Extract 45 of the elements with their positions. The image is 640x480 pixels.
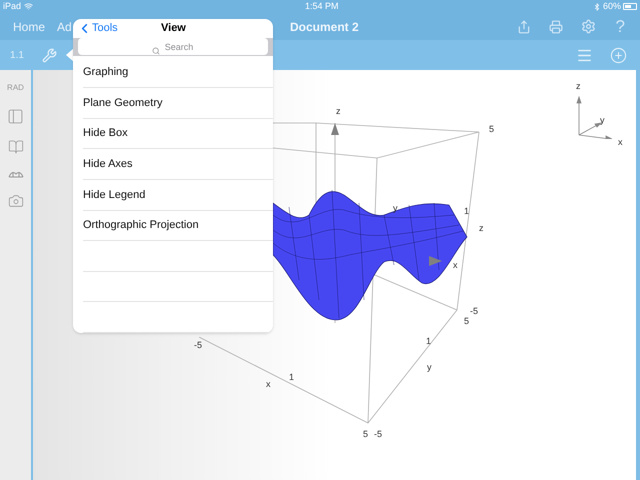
menu-item[interactable]: Orthographic Projection — [83, 217, 199, 234]
wifi-icon — [24, 2, 34, 11]
menu-item[interactable]: Hide Box — [83, 125, 128, 142]
axis-label: 5 — [489, 125, 494, 134]
back-button[interactable]: Tools — [77, 20, 118, 37]
menu-item[interactable]: Graphing — [83, 64, 128, 81]
axis-label: 1 — [426, 337, 432, 346]
axis-label: y — [427, 363, 432, 372]
panel-icon[interactable] — [7, 108, 24, 125]
axis-label: 1 — [289, 373, 294, 382]
axis-label: z — [479, 224, 484, 233]
wrench-icon[interactable] — [42, 48, 57, 62]
battery-icon — [623, 3, 637, 10]
battery-percent: 60% — [602, 0, 621, 13]
axis-label: 5 — [363, 430, 368, 439]
surface-icon[interactable] — [8, 169, 24, 179]
document-title: Document 2 — [290, 18, 359, 36]
axis-label: -5 — [194, 341, 202, 350]
axis-label: z — [576, 82, 580, 91]
axis-label: -5 — [374, 430, 382, 439]
axis-label: -5 — [470, 307, 478, 316]
search-field[interactable]: Search — [78, 38, 268, 56]
device-name: iPad — [3, 0, 22, 13]
axis-label: x — [618, 138, 622, 147]
popover-title: View — [161, 21, 186, 36]
menu-item[interactable]: Hide Axes — [83, 156, 133, 172]
add-icon[interactable] — [610, 46, 627, 64]
menu-item[interactable]: Hide Legend — [83, 186, 146, 204]
clock: 1:54 PM — [305, 0, 339, 13]
printer-icon[interactable] — [548, 20, 563, 34]
axis-label: 5 — [464, 317, 470, 326]
axis-label: 1 — [464, 207, 470, 216]
search-icon — [152, 46, 160, 55]
camera-icon[interactable] — [8, 193, 24, 209]
axis-label: y — [600, 116, 604, 125]
book-icon[interactable] — [8, 139, 24, 155]
axis-label: x — [453, 261, 458, 270]
axis-label: z — [336, 107, 340, 116]
axis-label: y — [393, 204, 398, 213]
angle-mode: RAD — [7, 82, 24, 94]
axis-label: x — [266, 380, 270, 389]
share-icon[interactable] — [516, 20, 531, 34]
menu-item[interactable]: Plane Geometry — [83, 94, 162, 112]
bluetooth-icon — [592, 2, 601, 10]
settings-icon[interactable] — [580, 19, 596, 34]
